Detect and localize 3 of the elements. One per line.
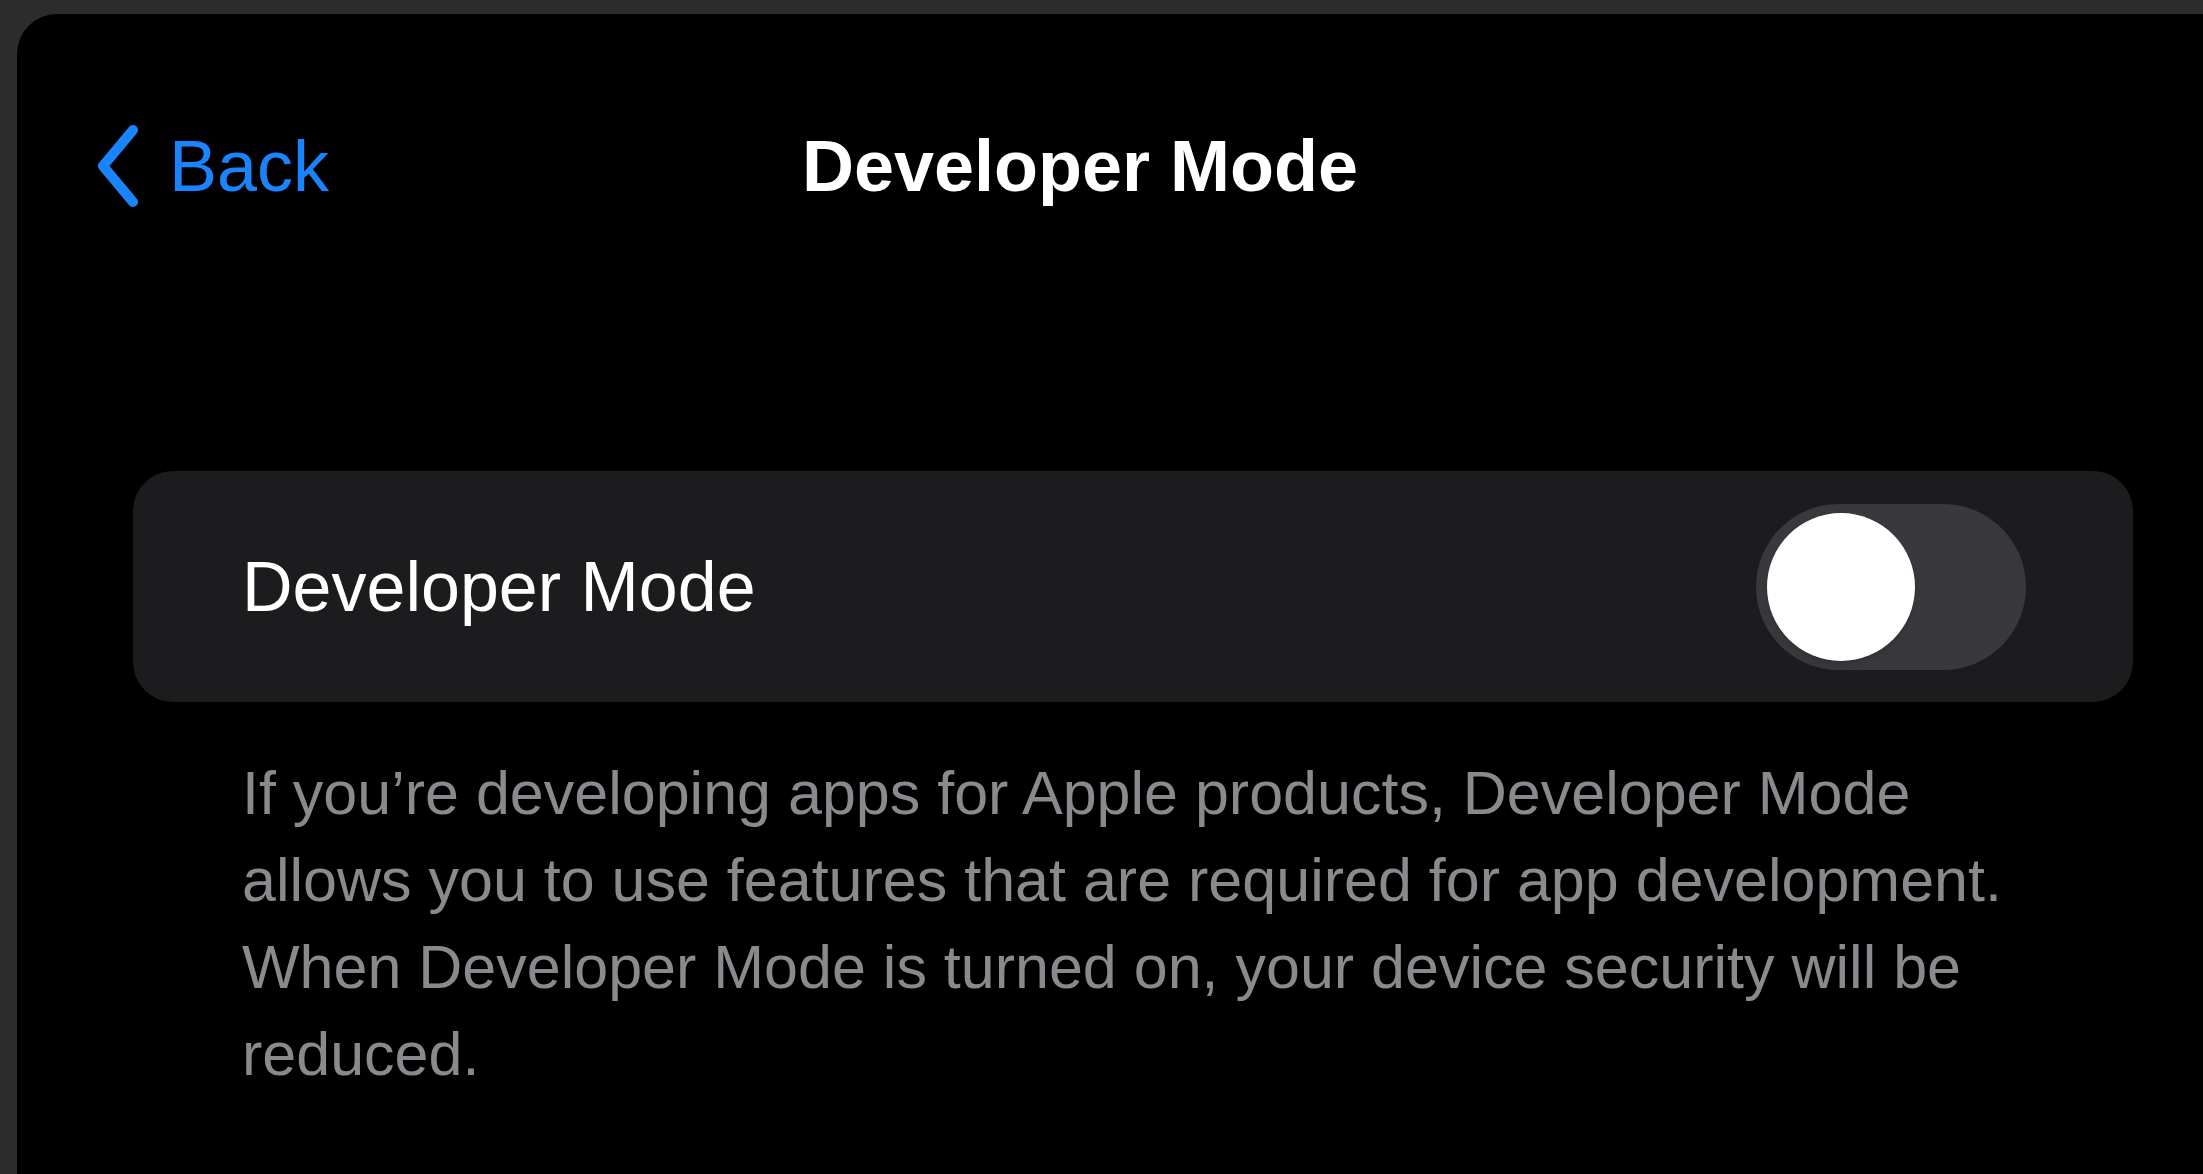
back-button[interactable]: Back — [95, 124, 330, 208]
footer-description: If you’re developing apps for Apple products, Developer Mode allows you to use features that are required for app development. When Developer Mode is turned on, your device security will be reduced. — [242, 758, 2003, 1090]
back-chevron-icon — [95, 124, 139, 208]
